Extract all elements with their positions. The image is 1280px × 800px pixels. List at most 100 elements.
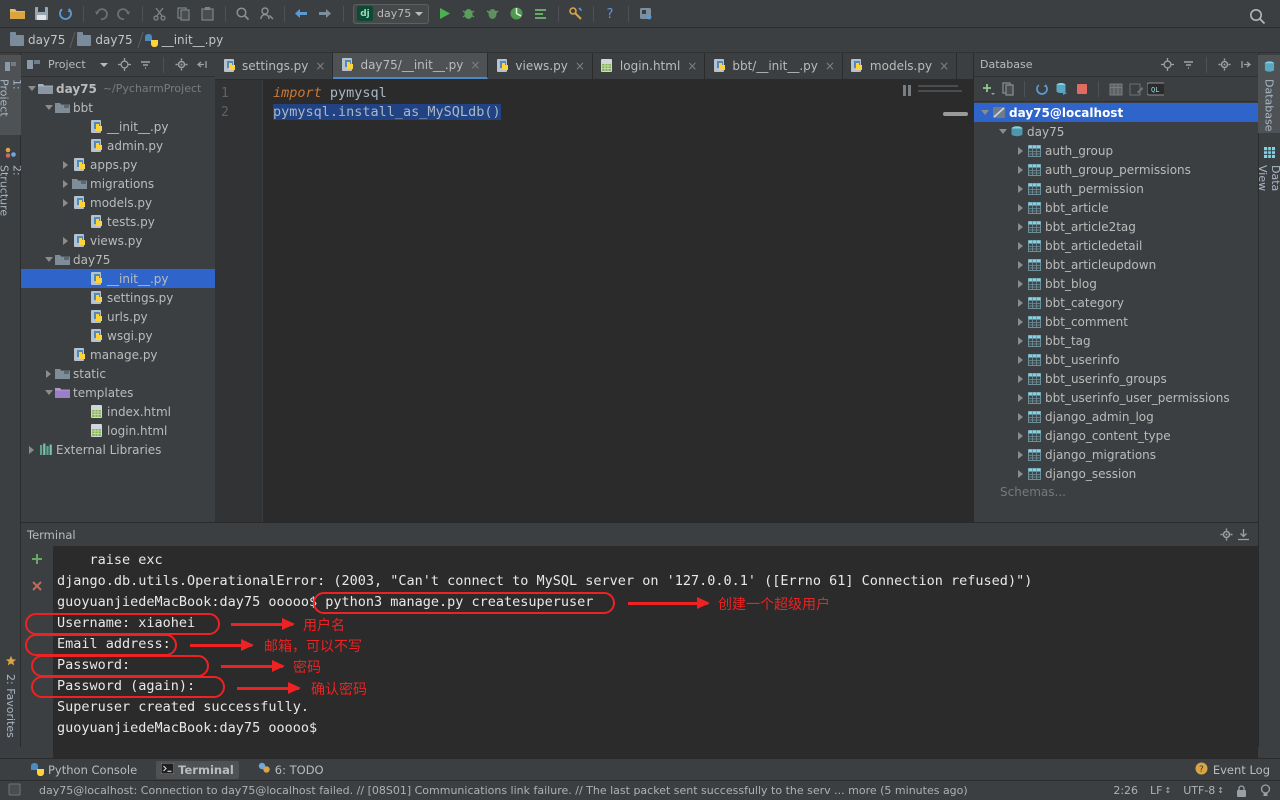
chevron-down-icon[interactable]: [978, 106, 991, 119]
chevron-right-icon[interactable]: [42, 367, 55, 380]
close-tab-icon[interactable]: [30, 579, 44, 596]
db-table-bbt_userinfo[interactable]: bbt_userinfo: [974, 350, 1258, 369]
db-schemas-link[interactable]: Schemas...: [974, 483, 1258, 502]
chevron-right-icon[interactable]: [1014, 258, 1027, 271]
chevron-right-icon[interactable]: [1014, 296, 1027, 309]
tree-item-bbt[interactable]: bbt: [21, 98, 215, 117]
sidebar-item-structure[interactable]: 2: Structure: [0, 141, 21, 236]
tree-item-admin-py[interactable]: admin.py: [21, 136, 215, 155]
chevron-right-icon[interactable]: [1014, 353, 1027, 366]
tree-item--init-py[interactable]: __init__.py: [21, 269, 215, 288]
terminal-output[interactable]: raise excdjango.db.utils.OperationalErro…: [53, 546, 1258, 759]
lock-icon[interactable]: [1236, 785, 1247, 797]
editor-tab-bar[interactable]: settings.py×day75/__init__.py×views.py×l…: [215, 53, 973, 80]
tree-item-models-py[interactable]: models.py: [21, 193, 215, 212]
find-icon[interactable]: [231, 3, 253, 25]
db-table-bbt_userinfo_user_permissions[interactable]: bbt_userinfo_user_permissions: [974, 388, 1258, 407]
db-table-bbt_category[interactable]: bbt_category: [974, 293, 1258, 312]
help-icon[interactable]: ?: [599, 3, 621, 25]
code-editor[interactable]: 12 import pymysql pymysql.install_as_MyS…: [215, 80, 973, 522]
chevron-down-icon[interactable]: [42, 386, 55, 399]
run-configuration-selector[interactable]: dj day75: [353, 4, 429, 24]
editor-tab-views-py[interactable]: views.py×: [488, 53, 592, 79]
tree-item--init-py[interactable]: __init__.py: [21, 117, 215, 136]
chevron-right-icon[interactable]: [59, 234, 72, 247]
db-table-django_migrations[interactable]: django_migrations: [974, 445, 1258, 464]
stop-icon[interactable]: [1073, 81, 1090, 98]
chevron-right-icon[interactable]: [1014, 448, 1027, 461]
run-icon[interactable]: [433, 3, 455, 25]
file-encoding[interactable]: UTF-8↕: [1183, 784, 1224, 797]
tree-item-external-libraries[interactable]: External Libraries: [21, 440, 215, 459]
close-icon[interactable]: ×: [687, 59, 697, 73]
close-icon[interactable]: ×: [825, 59, 835, 73]
tree-item-day75[interactable]: day75~/PycharmProject: [21, 79, 215, 98]
event-log-label[interactable]: Event Log: [1213, 763, 1270, 777]
tree-item-tests-py[interactable]: tests.py: [21, 212, 215, 231]
db-table-bbt_article[interactable]: bbt_article: [974, 198, 1258, 217]
back-icon[interactable]: [290, 3, 312, 25]
chevron-down-icon[interactable]: [996, 125, 1009, 138]
chevron-right-icon[interactable]: [59, 158, 72, 171]
editor-scroll-thumb[interactable]: [943, 112, 968, 116]
chevron-down-icon[interactable]: [42, 253, 55, 266]
hide-icon[interactable]: [194, 56, 211, 73]
locate-icon[interactable]: [1159, 56, 1176, 73]
chevron-right-icon[interactable]: [1014, 220, 1027, 233]
tree-item-views-py[interactable]: views.py: [21, 231, 215, 250]
code-content[interactable]: import pymysql pymysql.install_as_MySQLd…: [263, 80, 973, 522]
tree-item-index-html[interactable]: index.html: [21, 402, 215, 421]
chevron-right-icon[interactable]: [1014, 315, 1027, 328]
chevron-right-icon[interactable]: [25, 443, 38, 456]
tool-strip-python-console[interactable]: Python Console: [26, 761, 142, 779]
sync-db-icon[interactable]: [1053, 81, 1070, 98]
hide-icon[interactable]: [1237, 56, 1254, 73]
gear-icon[interactable]: [1218, 526, 1235, 543]
editor-vertical-scrollbar[interactable]: [961, 107, 973, 549]
forward-icon[interactable]: [314, 3, 336, 25]
profile-icon[interactable]: [505, 3, 527, 25]
tree-item-login-html[interactable]: login.html: [21, 421, 215, 440]
tree-item-static[interactable]: static: [21, 364, 215, 383]
chevron-down-icon[interactable]: [25, 82, 38, 95]
db-table-bbt_articleupdown[interactable]: bbt_articleupdown: [974, 255, 1258, 274]
gear-icon[interactable]: [173, 56, 190, 73]
status-message[interactable]: day75@localhost: Connection to day75@loc…: [39, 784, 968, 797]
locate-icon[interactable]: [116, 56, 133, 73]
close-icon[interactable]: ×: [575, 59, 585, 73]
breadcrumb-item-0[interactable]: day75: [8, 30, 75, 50]
db-table-django_content_type[interactable]: django_content_type: [974, 426, 1258, 445]
tool-strip-terminal[interactable]: Terminal: [156, 761, 239, 779]
db-table-bbt_blog[interactable]: bbt_blog: [974, 274, 1258, 293]
debug-icon[interactable]: [457, 3, 479, 25]
open-folder-icon[interactable]: [6, 3, 28, 25]
console-icon[interactable]: QL: [1147, 81, 1164, 98]
db-schema[interactable]: day75: [974, 122, 1258, 141]
search-everywhere-icon[interactable]: [1246, 5, 1268, 27]
editor-tab-bbt-init-py[interactable]: bbt/__init__.py×: [705, 53, 843, 79]
undo-icon[interactable]: [89, 3, 111, 25]
inspection-icon[interactable]: [1259, 784, 1272, 797]
copy-icon[interactable]: [172, 3, 194, 25]
db-table-bbt_userinfo_groups[interactable]: bbt_userinfo_groups: [974, 369, 1258, 388]
tree-item-wsgi-py[interactable]: wsgi.py: [21, 326, 215, 345]
chevron-right-icon[interactable]: [1014, 182, 1027, 195]
breadcrumb-item-2[interactable]: __init__.py: [143, 30, 234, 50]
run-with-console-icon[interactable]: [529, 3, 551, 25]
caret-position[interactable]: 2:26: [1113, 784, 1138, 797]
editor-tab-login-html[interactable]: login.html×: [593, 53, 705, 79]
chevron-right-icon[interactable]: [59, 196, 72, 209]
save-all-icon[interactable]: [30, 3, 52, 25]
close-icon[interactable]: ×: [470, 58, 480, 72]
db-table-auth_permission[interactable]: auth_permission: [974, 179, 1258, 198]
chevron-right-icon[interactable]: [1014, 144, 1027, 157]
close-icon[interactable]: ×: [939, 59, 949, 73]
tree-item-apps-py[interactable]: apps.py: [21, 155, 215, 174]
duplicate-icon[interactable]: [999, 81, 1016, 98]
cut-icon[interactable]: [148, 3, 170, 25]
db-table-auth_group[interactable]: auth_group: [974, 141, 1258, 160]
settings-icon[interactable]: [634, 3, 656, 25]
gear-icon[interactable]: [1216, 56, 1233, 73]
chevron-down-icon[interactable]: [95, 56, 112, 73]
tree-item-urls-py[interactable]: urls.py: [21, 307, 215, 326]
